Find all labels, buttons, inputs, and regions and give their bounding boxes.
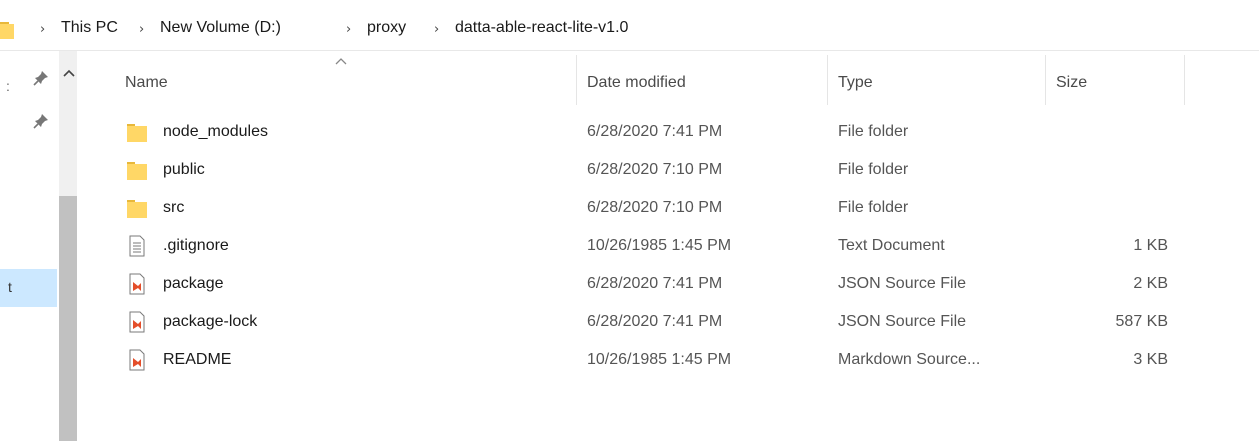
file-type: File folder	[838, 161, 909, 178]
nav-item-fragment[interactable]: :	[6, 78, 10, 94]
column-divider[interactable]	[576, 55, 577, 105]
scroll-up-caret-icon[interactable]	[62, 68, 76, 78]
file-date: 6/28/2020 7:41 PM	[587, 123, 723, 140]
file-type: JSON Source File	[838, 313, 967, 330]
file-name: node_modules	[163, 123, 268, 140]
folder-icon	[0, 22, 14, 39]
file-row-gitignore[interactable]: .gitignore 10/26/1985 1:45 PM Text Docum…	[90, 227, 1190, 265]
pin-icon[interactable]	[32, 112, 50, 130]
breadcrumb-this-pc[interactable]: This PC	[61, 19, 118, 37]
file-row-src[interactable]: src 6/28/2020 7:10 PM File folder	[90, 189, 1190, 227]
breadcrumb-proxy[interactable]: proxy	[367, 19, 406, 37]
file-name: package-lock	[163, 313, 258, 330]
file-date: 6/28/2020 7:10 PM	[587, 199, 723, 216]
file-date: 6/28/2020 7:10 PM	[587, 161, 723, 178]
breadcrumb-separator-icon[interactable]: ›	[346, 22, 351, 37]
file-date: 6/28/2020 7:41 PM	[587, 275, 723, 292]
file-name: .gitignore	[163, 237, 229, 254]
file-date: 10/26/1985 1:45 PM	[587, 237, 732, 254]
file-name: src	[163, 199, 185, 216]
breadcrumb-separator-icon[interactable]: ›	[40, 22, 45, 37]
vscode-file-icon	[129, 273, 145, 295]
column-header-name[interactable]: Name	[125, 74, 168, 92]
vscode-file-icon	[129, 311, 145, 333]
file-type: File folder	[838, 123, 909, 140]
breadcrumb-current-folder[interactable]: datta-able-react-lite-v1.0	[455, 19, 628, 37]
file-explorer-window: › This PC › New Volume (D:) › proxy › da…	[0, 0, 1259, 441]
column-header-date-modified[interactable]: Date modified	[587, 74, 686, 92]
file-type: Markdown Source...	[838, 351, 981, 368]
file-size: 2 KB	[1133, 275, 1168, 292]
file-row-package[interactable]: package 6/28/2020 7:41 PM JSON Source Fi…	[90, 265, 1190, 303]
file-type: File folder	[838, 199, 909, 216]
column-divider[interactable]	[1045, 55, 1046, 105]
file-name: README	[163, 351, 232, 368]
breadcrumb-separator-icon[interactable]: ›	[434, 22, 439, 37]
file-row-node-modules[interactable]: node_modules 6/28/2020 7:41 PM File fold…	[90, 113, 1190, 151]
file-date: 6/28/2020 7:41 PM	[587, 313, 723, 330]
nav-selected-item-label: t	[8, 279, 12, 295]
file-date: 10/26/1985 1:45 PM	[587, 351, 732, 368]
text-file-icon	[129, 235, 145, 257]
pin-icon[interactable]	[32, 69, 50, 87]
file-name: public	[163, 161, 205, 178]
nav-scrollbar-thumb[interactable]	[59, 196, 77, 441]
folder-icon	[127, 124, 147, 142]
file-row-package-lock[interactable]: package-lock 6/28/2020 7:41 PM JSON Sour…	[90, 303, 1190, 341]
breadcrumb-new-volume[interactable]: New Volume (D:)	[160, 19, 281, 37]
file-row-readme[interactable]: README 10/26/1985 1:45 PM Markdown Sourc…	[90, 341, 1190, 379]
file-type: JSON Source File	[838, 275, 967, 292]
column-divider[interactable]	[1184, 55, 1185, 105]
folder-icon	[127, 162, 147, 180]
column-divider[interactable]	[827, 55, 828, 105]
sort-ascending-icon	[335, 58, 347, 65]
file-name: package	[163, 275, 224, 292]
vscode-file-icon	[129, 349, 145, 371]
file-size: 3 KB	[1133, 351, 1168, 368]
file-size: 587 KB	[1115, 313, 1168, 330]
file-size: 1 KB	[1133, 237, 1168, 254]
breadcrumb-separator-icon[interactable]: ›	[139, 22, 144, 37]
address-bar[interactable]: › This PC › New Volume (D:) › proxy › da…	[0, 0, 1259, 51]
file-row-public[interactable]: public 6/28/2020 7:10 PM File folder	[90, 151, 1190, 189]
folder-icon	[127, 200, 147, 218]
column-header-type[interactable]: Type	[838, 74, 873, 92]
column-header-size[interactable]: Size	[1056, 74, 1087, 92]
file-type: Text Document	[838, 237, 945, 254]
